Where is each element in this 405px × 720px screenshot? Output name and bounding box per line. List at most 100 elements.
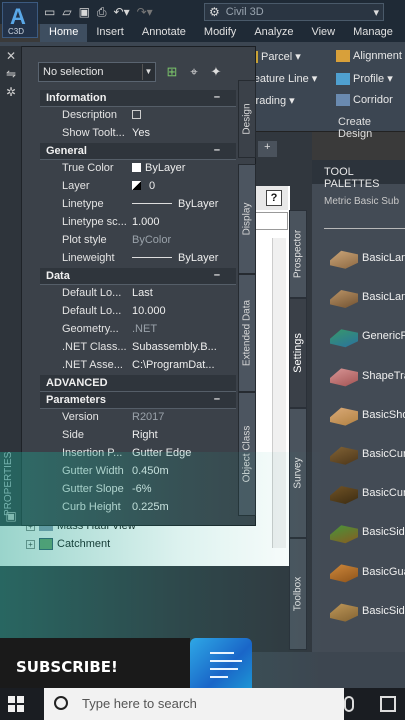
property-row[interactable]: Show Toolt... Yes	[40, 125, 236, 143]
tab-toolbox[interactable]: Toolbox	[289, 538, 307, 650]
section-data[interactable]: Data –	[40, 268, 236, 285]
property-row[interactable]: Default Lo... 10.000	[40, 303, 236, 321]
collapse-icon[interactable]: –	[214, 144, 220, 156]
property-row[interactable]: Side Right	[40, 427, 236, 445]
property-value[interactable]: 0	[132, 180, 236, 192]
property-value[interactable]: R2017	[132, 411, 236, 423]
properties-menu-icon[interactable]: ✲	[4, 86, 18, 98]
chevron-down-icon[interactable]: ▼	[142, 64, 154, 80]
property-value[interactable]: Subassembly.B...	[132, 341, 236, 353]
task-view-icon[interactable]	[380, 696, 396, 712]
property-row[interactable]: Insertion P... Gutter Edge	[40, 445, 236, 463]
property-value[interactable]: 0.225m	[132, 501, 236, 513]
corridor-button[interactable]: Corridor	[336, 94, 393, 106]
selection-dropdown[interactable]: No selection	[38, 62, 156, 82]
tab-manage[interactable]: Manage	[344, 24, 402, 42]
tab-survey[interactable]: Survey	[289, 408, 307, 538]
tool-palette-item[interactable]: BasicLan	[330, 246, 405, 270]
property-row[interactable]: Linetype sc... 1.000	[40, 214, 236, 232]
tool-palette-item[interactable]: BasicCur	[330, 442, 405, 466]
toggle-pickadd-icon[interactable]: ⊞	[164, 64, 180, 80]
section-general[interactable]: General –	[40, 143, 236, 160]
properties-toggle-icon[interactable]: ▣	[4, 510, 18, 522]
property-value[interactable]: 0.450m	[132, 465, 236, 477]
property-row[interactable]: Version R2017	[40, 409, 236, 427]
property-value[interactable]: Yes	[132, 127, 236, 139]
property-row[interactable]: .NET Class... Subassembly.B...	[40, 339, 236, 357]
tab-prospector[interactable]: Prospector	[289, 210, 307, 298]
property-value[interactable]: 1.000	[132, 216, 236, 228]
tab-design[interactable]: Design	[238, 80, 256, 158]
tool-palette-item[interactable]: BasicSide	[330, 599, 405, 623]
tab-display[interactable]: Display	[238, 164, 256, 274]
tab-analyze[interactable]: Analyze	[245, 24, 302, 42]
auto-hide-icon[interactable]: ⇋	[4, 68, 18, 80]
tool-palette-item[interactable]: GenericP	[330, 324, 405, 348]
property-row[interactable]: True Color ByLayer	[40, 160, 236, 178]
application-menu-button[interactable]: A C3D	[2, 2, 38, 38]
property-value[interactable]: .NET	[132, 323, 236, 335]
tool-palette-item[interactable]: BasicGua	[330, 560, 405, 584]
section-advanced[interactable]: ADVANCED	[40, 375, 236, 392]
taskbar-search[interactable]: Type here to search	[44, 688, 344, 720]
windows-start-icon[interactable]	[8, 696, 24, 712]
collapse-icon[interactable]: –	[214, 393, 220, 405]
create-design-panel-label[interactable]: Create Design	[308, 116, 405, 140]
collapse-icon[interactable]: –	[214, 91, 220, 103]
property-value[interactable]: ByLayer	[132, 162, 236, 174]
property-row[interactable]: Default Lo... Last	[40, 285, 236, 303]
tab-object-class[interactable]: Object Class	[238, 392, 256, 516]
tab-modify[interactable]: Modify	[195, 24, 245, 42]
microphone-icon[interactable]	[344, 696, 354, 712]
property-row[interactable]: Gutter Slope -6%	[40, 481, 236, 499]
property-value[interactable]	[132, 109, 236, 121]
print-icon[interactable]: ⎙	[97, 5, 107, 20]
close-icon[interactable]: ✕	[4, 50, 18, 62]
tab-settings[interactable]: Settings	[289, 298, 307, 408]
tab-insert[interactable]: Insert	[87, 24, 133, 42]
workspace-switcher[interactable]: ⚙ Civil 3D ▾	[204, 3, 384, 21]
tool-palette-item[interactable]: ShapeTra	[330, 364, 405, 388]
property-value[interactable]: ByLayer	[132, 252, 236, 264]
tab-view[interactable]: View	[302, 24, 344, 42]
properties-title-bar[interactable]: ✕ ⇋ ✲ PROPERTIES ▣	[0, 46, 22, 526]
tool-palette-item[interactable]: BasicSide	[330, 520, 405, 544]
property-value[interactable]: ByLayer	[132, 198, 236, 210]
tool-palette-item[interactable]: BasicCur	[330, 481, 405, 505]
tree-item-catchment[interactable]: + Catchment	[26, 538, 110, 550]
property-value[interactable]: Gutter Edge	[132, 447, 236, 459]
prospector-scrollbar[interactable]	[272, 238, 286, 548]
save-icon[interactable]: ▣	[79, 5, 90, 19]
property-row[interactable]: Description	[40, 107, 236, 125]
property-value[interactable]: Last	[132, 287, 236, 299]
property-row[interactable]: Geometry... .NET	[40, 321, 236, 339]
expand-icon[interactable]: +	[26, 539, 35, 549]
property-row[interactable]: Lineweight ByLayer	[40, 250, 236, 268]
section-parameters[interactable]: Parameters –	[40, 392, 236, 409]
new-file-icon[interactable]: ▭	[44, 5, 55, 19]
property-row[interactable]: Layer 0	[40, 178, 236, 196]
section-information[interactable]: Information –	[40, 90, 236, 107]
tool-palettes-title[interactable]: TOOL PALETTES	[312, 160, 405, 190]
property-value[interactable]: ByColor	[132, 234, 236, 246]
undo-icon[interactable]: ↶▾	[114, 5, 130, 19]
tab-annotate[interactable]: Annotate	[133, 24, 195, 42]
alignment-button[interactable]: Alignment	[336, 50, 402, 62]
quick-select-icon[interactable]: ✦	[208, 64, 224, 80]
help-icon[interactable]: ?	[266, 190, 282, 206]
tab-extended-data[interactable]: Extended Data	[238, 274, 256, 392]
redo-icon[interactable]: ↷▾	[137, 5, 153, 19]
property-value[interactable]: 10.000	[132, 305, 236, 317]
tool-palette-item[interactable]: BasicLan	[330, 285, 405, 309]
property-row[interactable]: Linetype ByLayer	[40, 196, 236, 214]
property-value[interactable]: Right	[132, 429, 236, 441]
property-row[interactable]: .NET Asse... C:\ProgramDat...	[40, 357, 236, 375]
new-tab-plus-icon[interactable]: +	[258, 141, 277, 157]
property-row[interactable]: Plot style ByColor	[40, 232, 236, 250]
collapse-icon[interactable]: –	[214, 269, 220, 281]
property-row[interactable]: Curb Height 0.225m	[40, 499, 236, 517]
open-folder-icon[interactable]: ▱	[62, 5, 71, 19]
select-objects-icon[interactable]: ⌖	[186, 64, 202, 80]
property-value[interactable]: -6%	[132, 483, 236, 495]
tool-palette-item[interactable]: BasicSho	[330, 403, 405, 427]
